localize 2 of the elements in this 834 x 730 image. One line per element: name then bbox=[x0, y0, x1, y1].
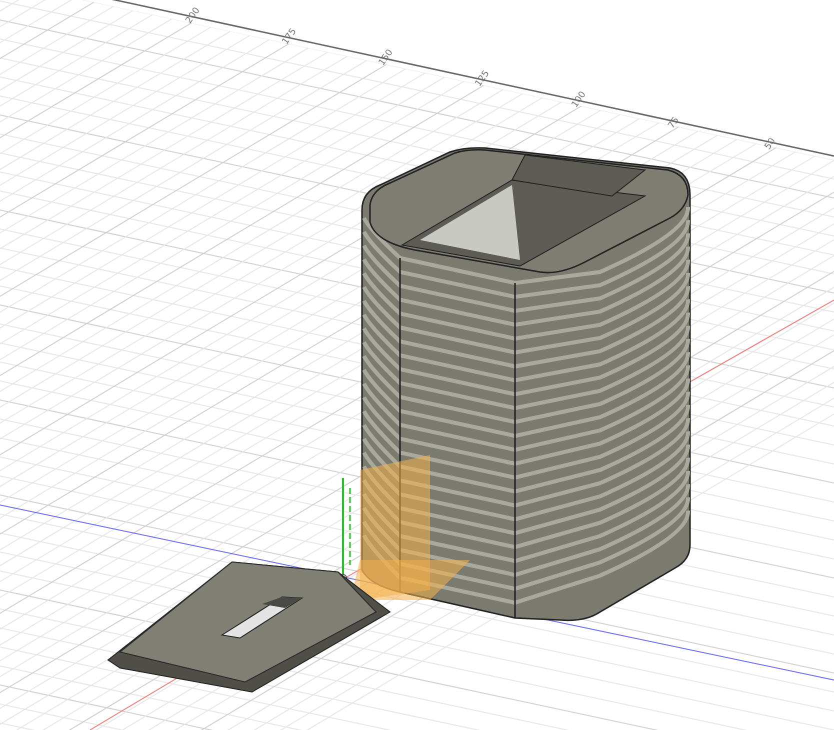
ruler-label: 50 bbox=[763, 136, 778, 152]
ruler-label: 75 bbox=[666, 116, 682, 131]
